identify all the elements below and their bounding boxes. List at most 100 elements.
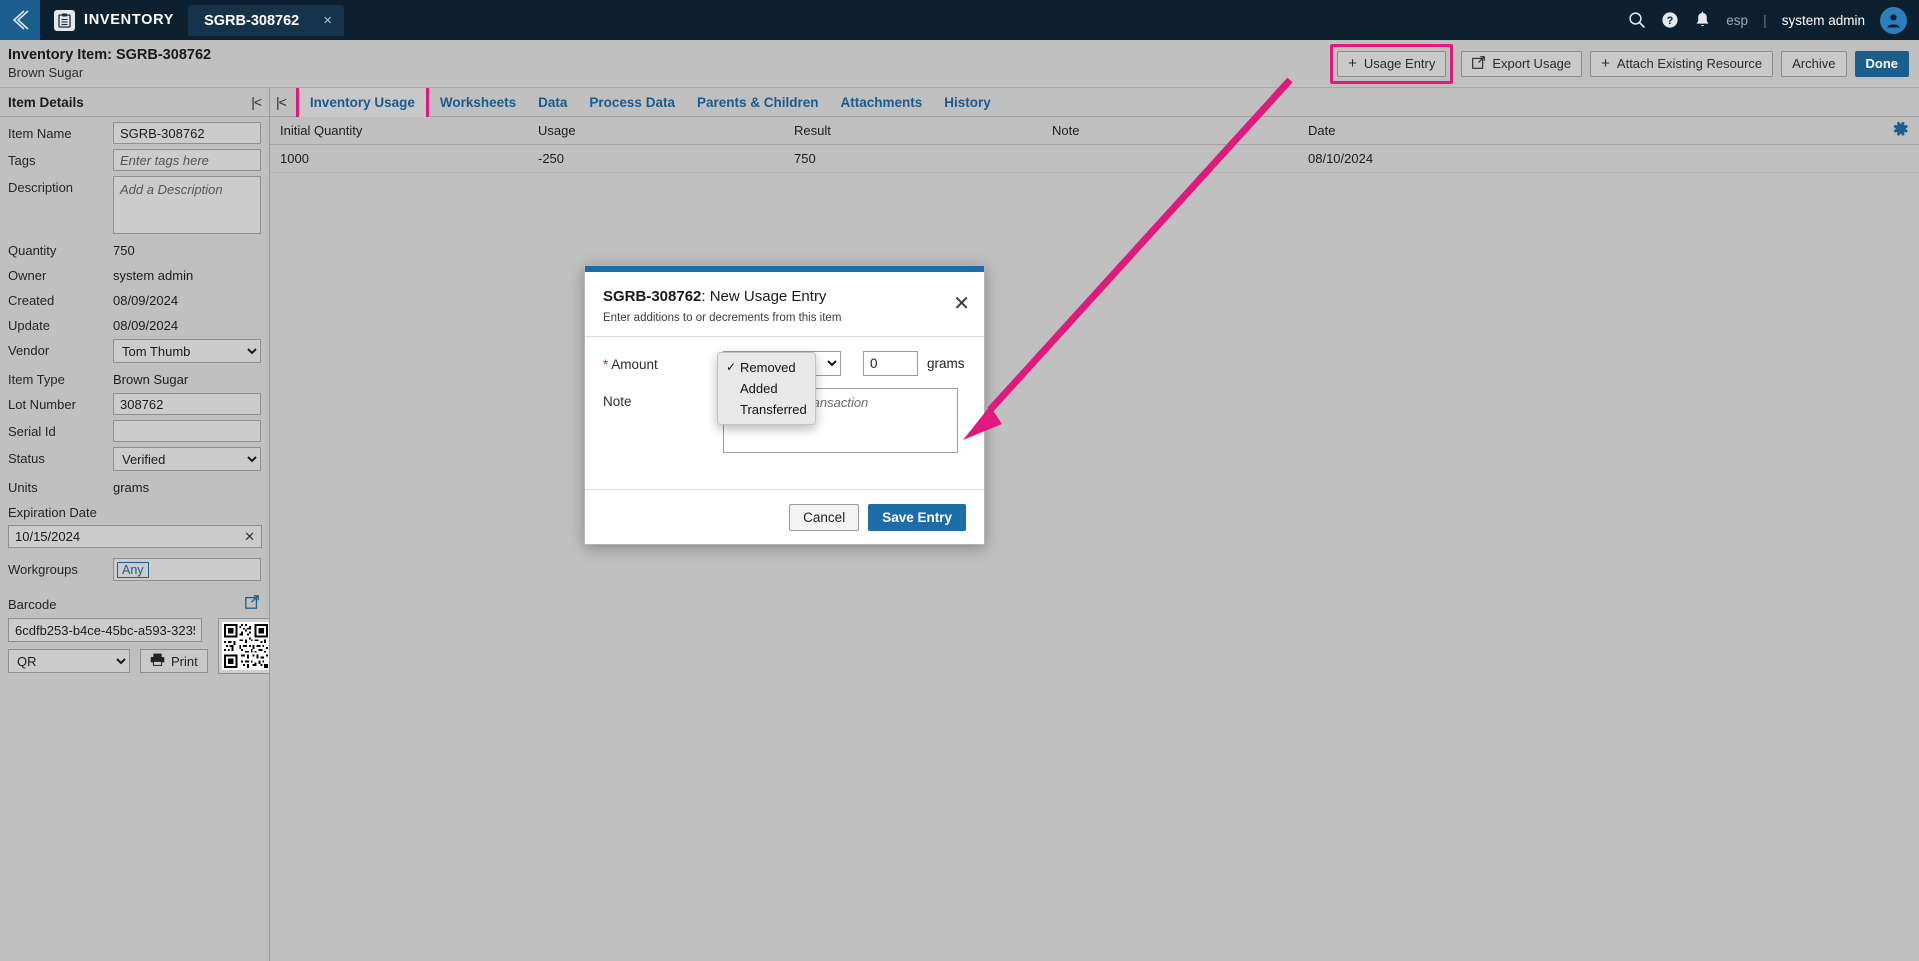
- description-label: Description: [8, 180, 74, 195]
- usage-entry-button[interactable]: + Usage Entry: [1337, 50, 1447, 77]
- field-quantity: Quantity 750: [0, 234, 269, 259]
- export-usage-button[interactable]: Export Usage: [1461, 50, 1583, 77]
- topbar-right-cluster: ? esp | system admin: [1628, 0, 1919, 40]
- collapse-panel-icon[interactable]: |<: [251, 94, 262, 110]
- vendor-label: Vendor: [8, 343, 50, 358]
- tab-process-data[interactable]: Process Data: [578, 88, 686, 117]
- cell-initial-quantity: 1000: [280, 151, 309, 166]
- barcode-value-input[interactable]: [8, 618, 202, 642]
- print-button[interactable]: Print: [140, 649, 208, 673]
- usage-entry-button-label: Usage Entry: [1363, 56, 1436, 71]
- clear-date-icon[interactable]: ✕: [244, 529, 255, 545]
- bell-icon[interactable]: [1694, 11, 1711, 29]
- expiration-date-input[interactable]: 10/15/2024 ✕: [8, 525, 262, 548]
- language-selector[interactable]: esp: [1726, 13, 1748, 28]
- attach-existing-resource-button[interactable]: + Attach Existing Resource: [1590, 50, 1774, 77]
- close-icon[interactable]: ×: [323, 13, 332, 28]
- description-textarea[interactable]: [113, 176, 261, 234]
- save-entry-button[interactable]: Save Entry: [868, 503, 966, 531]
- field-tags: Tags: [0, 144, 269, 171]
- done-button-label: Done: [1865, 56, 1899, 71]
- barcode-section-body: QR Print: [0, 614, 269, 674]
- column-header-usage[interactable]: Usage: [528, 123, 784, 138]
- barcode-controls: QR Print: [8, 618, 208, 674]
- tags-input[interactable]: [113, 149, 261, 171]
- dropdown-option-removed-label: Removed: [740, 360, 796, 375]
- tab-data[interactable]: Data: [527, 88, 578, 117]
- item-name-input[interactable]: [113, 122, 261, 144]
- field-vendor: Vendor Tom Thumb: [0, 334, 269, 363]
- field-expiration-date: 10/15/2024 ✕: [0, 521, 269, 548]
- dropdown-option-removed[interactable]: ✓ Removed: [718, 357, 815, 378]
- barcode-section-header: Barcode: [0, 581, 269, 614]
- field-description: Description: [0, 171, 269, 234]
- tab-history[interactable]: History: [933, 88, 1002, 117]
- serial-id-input[interactable]: [113, 420, 261, 442]
- tab-parents-children[interactable]: Parents & Children: [686, 88, 830, 117]
- done-button[interactable]: Done: [1854, 50, 1909, 77]
- item-name-label: Item Name: [8, 126, 72, 141]
- cell-result: 750: [794, 151, 816, 166]
- workgroup-chip-any[interactable]: Any: [117, 561, 149, 578]
- back-button[interactable]: [0, 0, 40, 40]
- collapse-panel-icon[interactable]: |<: [276, 94, 287, 110]
- workgroups-input[interactable]: Any: [113, 558, 261, 581]
- vendor-select[interactable]: Tom Thumb: [113, 339, 261, 363]
- app-root: INVENTORY SGRB-308762 × ? esp | system a…: [0, 0, 1919, 961]
- column-header-initial-quantity[interactable]: Initial Quantity: [270, 123, 528, 138]
- lot-number-label: Lot Number: [8, 397, 76, 412]
- field-serial-id: Serial Id: [0, 415, 269, 442]
- cancel-button[interactable]: Cancel: [789, 503, 860, 531]
- table-row[interactable]: 1000 -250 750 08/10/2024: [270, 145, 1919, 173]
- user-name-label[interactable]: system admin: [1782, 13, 1865, 28]
- column-header-note[interactable]: Note: [1042, 123, 1298, 138]
- archive-button[interactable]: Archive: [1781, 50, 1847, 77]
- usage-entry-highlight-ring: + Usage Entry: [1330, 43, 1454, 84]
- close-icon[interactable]: ✕: [953, 294, 970, 314]
- attach-existing-resource-button-label: Attach Existing Resource: [1616, 56, 1763, 71]
- page-toolbar: Inventory Item: SGRB-308762 Brown Sugar …: [0, 40, 1919, 88]
- amount-label: * Amount: [603, 351, 723, 372]
- help-circle-icon[interactable]: ?: [1661, 11, 1679, 29]
- external-link-icon[interactable]: [245, 595, 259, 614]
- qr-code-icon[interactable]: [217, 618, 269, 674]
- field-owner: Owner system admin: [0, 259, 269, 284]
- modal-footer: Cancel Save Entry: [585, 489, 984, 544]
- user-avatar-icon[interactable]: [1880, 6, 1907, 34]
- external-link-icon: [1472, 55, 1486, 72]
- dropdown-option-transferred[interactable]: Transferred: [718, 399, 815, 420]
- field-lot-number: Lot Number: [0, 388, 269, 415]
- topbar-divider: |: [1763, 12, 1767, 28]
- cell-date: 08/10/2024: [1308, 151, 1374, 166]
- document-tab-label: SGRB-308762: [204, 12, 300, 29]
- barcode-label: Barcode: [8, 597, 57, 612]
- amount-units-label: grams: [927, 356, 965, 371]
- tab-attachments[interactable]: Attachments: [830, 88, 934, 117]
- workgroups-label: Workgroups: [8, 562, 78, 577]
- tab-worksheets[interactable]: Worksheets: [429, 88, 527, 117]
- tab-inventory-usage[interactable]: Inventory Usage: [298, 87, 426, 117]
- search-icon[interactable]: [1628, 11, 1646, 29]
- modal-header: SGRB-308762: New Usage Entry Enter addit…: [585, 272, 984, 337]
- lot-number-input[interactable]: [113, 393, 261, 415]
- document-tab-sgrb-308762[interactable]: SGRB-308762 ×: [188, 5, 344, 36]
- gear-icon[interactable]: [1890, 119, 1909, 143]
- tab-inventory-usage-highlight-ring: Inventory Usage: [295, 87, 429, 117]
- quantity-label: Quantity: [8, 243, 57, 258]
- clipboard-icon: [54, 9, 75, 31]
- plus-icon: +: [1348, 55, 1357, 72]
- column-header-result[interactable]: Result: [784, 123, 1042, 138]
- status-select[interactable]: Verified: [113, 447, 261, 471]
- amount-type-dropdown-menu[interactable]: ✓ Removed Added Transferred: [717, 352, 816, 425]
- dropdown-option-transferred-label: Transferred: [740, 402, 807, 417]
- modal-title-item-id: SGRB-308762: [603, 288, 702, 305]
- amount-input[interactable]: [863, 351, 918, 376]
- dropdown-option-added[interactable]: Added: [718, 378, 815, 399]
- app-module-badge[interactable]: INVENTORY: [40, 0, 188, 40]
- sidebar-title: Item Details: [8, 94, 84, 110]
- toolbar-actions: + Usage Entry Export Usage + Attach Exis…: [1330, 43, 1919, 84]
- barcode-format-select[interactable]: QR: [8, 649, 130, 673]
- column-header-date[interactable]: Date: [1298, 123, 1598, 138]
- field-item-type: Item Type Brown Sugar: [0, 363, 269, 388]
